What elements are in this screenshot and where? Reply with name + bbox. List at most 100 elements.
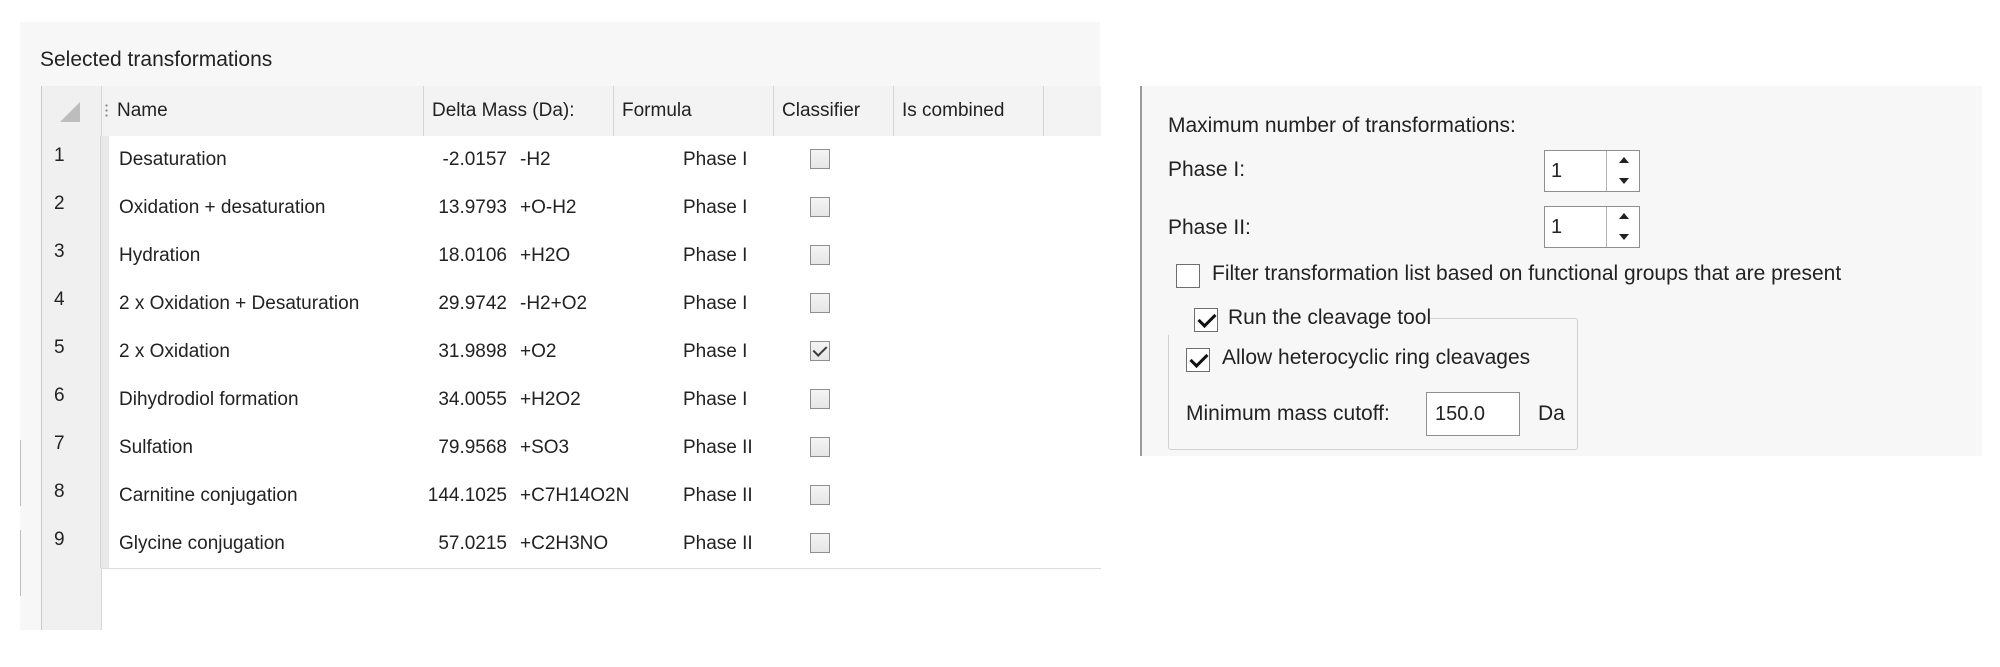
transformations-grid: Name Delta Mass (Da): Formula Classifier…	[41, 86, 1101, 630]
table-row[interactable]: 8 Carnitine conjugation 144.1025 +C7H14O2N P…	[42, 472, 1101, 521]
cutoff-label: Minimum mass cutoff:	[1186, 402, 1390, 425]
grid-empty-area	[42, 568, 102, 630]
is-combined-checkbox[interactable]	[810, 293, 830, 313]
table-row[interactable]: 4 2 x Oxidation + Desaturation 29.9742 -H2+…	[42, 280, 1101, 329]
cell-formula: +C7H14O2N	[520, 485, 630, 506]
row-number[interactable]: 7	[42, 424, 101, 472]
table-row[interactable]: 3 Hydration 18.0106 +H2O Phase I	[42, 232, 1101, 281]
is-combined-checkbox[interactable]	[810, 437, 830, 457]
column-grip-icon[interactable]	[105, 103, 108, 117]
cell-delta-mass: 13.9793	[438, 197, 507, 218]
cell-formula: +O-H2	[520, 197, 577, 218]
max-transformations-label: Maximum number of transformations:	[1168, 114, 1516, 137]
cell-classifier: Phase I	[683, 197, 748, 218]
cell-delta-mass: 29.9742	[438, 293, 507, 314]
cell-formula: +C2H3NO	[520, 533, 609, 554]
settings-panel: Maximum number of transformations: Phase…	[1140, 86, 1982, 456]
phase1-label: Phase I:	[1168, 158, 1246, 181]
row-number[interactable]: 8	[42, 472, 101, 520]
row-selector[interactable]	[101, 136, 109, 184]
splitter-mark	[20, 530, 21, 596]
is-combined-checkbox[interactable]	[810, 341, 830, 361]
cell-classifier: Phase I	[683, 149, 748, 170]
table-row[interactable]: 5 2 x Oxidation 31.9898 +O2 Phase I	[42, 328, 1101, 377]
cell-formula: -H2	[520, 149, 551, 170]
row-selector[interactable]	[101, 232, 109, 280]
select-all-icon	[60, 102, 80, 122]
cell-classifier: Phase I	[683, 245, 748, 266]
phase2-down-arrow-icon[interactable]	[1607, 227, 1639, 247]
table-row[interactable]: 9 Glycine conjugation 57.0215 +C2H3NO Phase …	[42, 520, 1101, 569]
cell-delta-mass: 79.9568	[438, 437, 507, 458]
row-number[interactable]: 5	[42, 328, 101, 376]
phase1-down-arrow-icon[interactable]	[1607, 171, 1639, 191]
cell-delta-mass: 57.0215	[438, 533, 507, 554]
splitter-mark	[20, 440, 21, 506]
cell-formula: +H2O	[520, 245, 571, 266]
cell-delta-mass: 31.9898	[438, 341, 507, 362]
cell-delta-mass: -2.0157	[442, 149, 507, 170]
cutoff-input[interactable]: 150.0	[1426, 392, 1520, 436]
row-number[interactable]: 6	[42, 376, 101, 424]
table-row[interactable]: 6 Dihydrodiol formation 34.0055 +H2O2 Phase …	[42, 376, 1101, 425]
is-combined-checkbox[interactable]	[810, 485, 830, 505]
is-combined-checkbox[interactable]	[810, 389, 830, 409]
cell-name: Dihydrodiol formation	[119, 389, 299, 410]
row-selector[interactable]	[101, 520, 109, 568]
cell-classifier: Phase II	[683, 533, 753, 554]
heterocyclic-label[interactable]: Allow heterocyclic ring cleavages	[1222, 346, 1530, 370]
row-number[interactable]: 2	[42, 184, 101, 232]
filter-label[interactable]: Filter transformation list based on func…	[1212, 262, 1841, 286]
column-header-delta-mass[interactable]: Delta Mass (Da):	[424, 86, 614, 136]
column-header-classifier[interactable]: Classifier	[774, 86, 894, 136]
row-selector[interactable]	[101, 328, 109, 376]
table-row[interactable]: 2 Oxidation + desaturation 13.9793 +O-H2 Pha…	[42, 184, 1101, 233]
cell-formula: +SO3	[520, 437, 570, 458]
row-number[interactable]: 9	[42, 520, 101, 568]
phase2-spinner[interactable]: 1	[1544, 206, 1640, 248]
cell-name: Sulfation	[119, 437, 193, 458]
cell-name: Oxidation + desaturation	[119, 197, 326, 218]
row-selector[interactable]	[101, 280, 109, 328]
cell-formula: +H2O2	[520, 389, 581, 410]
cell-name: Hydration	[119, 245, 201, 266]
cleavage-label[interactable]: Run the cleavage tool	[1228, 306, 1431, 330]
is-combined-checkbox[interactable]	[810, 245, 830, 265]
filter-checkbox[interactable]	[1176, 264, 1200, 288]
cell-name: 2 x Oxidation	[119, 341, 230, 362]
heterocyclic-checkbox[interactable]	[1186, 348, 1210, 372]
phase1-spinner[interactable]: 1	[1544, 150, 1640, 192]
table-row[interactable]: 1 Desaturation -2.0157 -H2 Phase I	[42, 136, 1101, 185]
is-combined-checkbox[interactable]	[810, 149, 830, 169]
row-number[interactable]: 4	[42, 280, 101, 328]
row-selector[interactable]	[101, 184, 109, 232]
table-row[interactable]: 7 Sulfation 79.9568 +SO3 Phase II	[42, 424, 1101, 473]
row-selector[interactable]	[101, 424, 109, 472]
cleavage-checkbox[interactable]	[1194, 308, 1218, 332]
transformations-panel: Selected transformations Name Delta Mass…	[20, 22, 1101, 630]
row-selector[interactable]	[101, 376, 109, 424]
column-header-is-combined[interactable]: Is combined	[894, 86, 1044, 136]
cell-name: Glycine conjugation	[119, 533, 285, 554]
cell-classifier: Phase I	[683, 293, 748, 314]
cell-classifier: Phase II	[683, 485, 753, 506]
section-title: Selected transformations	[40, 48, 273, 71]
phase2-up-arrow-icon[interactable]	[1607, 207, 1639, 227]
phase2-value[interactable]: 1	[1545, 207, 1607, 247]
row-number[interactable]: 3	[42, 232, 101, 280]
row-selector[interactable]	[101, 472, 109, 520]
is-combined-checkbox[interactable]	[810, 197, 830, 217]
cell-name: Desaturation	[119, 149, 227, 170]
cell-classifier: Phase II	[683, 437, 753, 458]
phase1-up-arrow-icon[interactable]	[1607, 151, 1639, 171]
column-header-formula[interactable]: Formula	[614, 86, 774, 136]
cell-name: 2 x Oxidation + Desaturation	[119, 293, 360, 314]
phase1-value[interactable]: 1	[1545, 151, 1607, 191]
cell-delta-mass: 18.0106	[438, 245, 507, 266]
row-number[interactable]: 1	[42, 136, 101, 184]
cell-name: Carnitine conjugation	[119, 485, 298, 506]
column-header-name[interactable]: Name	[109, 86, 424, 136]
select-all-corner[interactable]	[42, 86, 102, 136]
cutoff-unit: Da	[1538, 402, 1565, 425]
is-combined-checkbox[interactable]	[810, 533, 830, 553]
